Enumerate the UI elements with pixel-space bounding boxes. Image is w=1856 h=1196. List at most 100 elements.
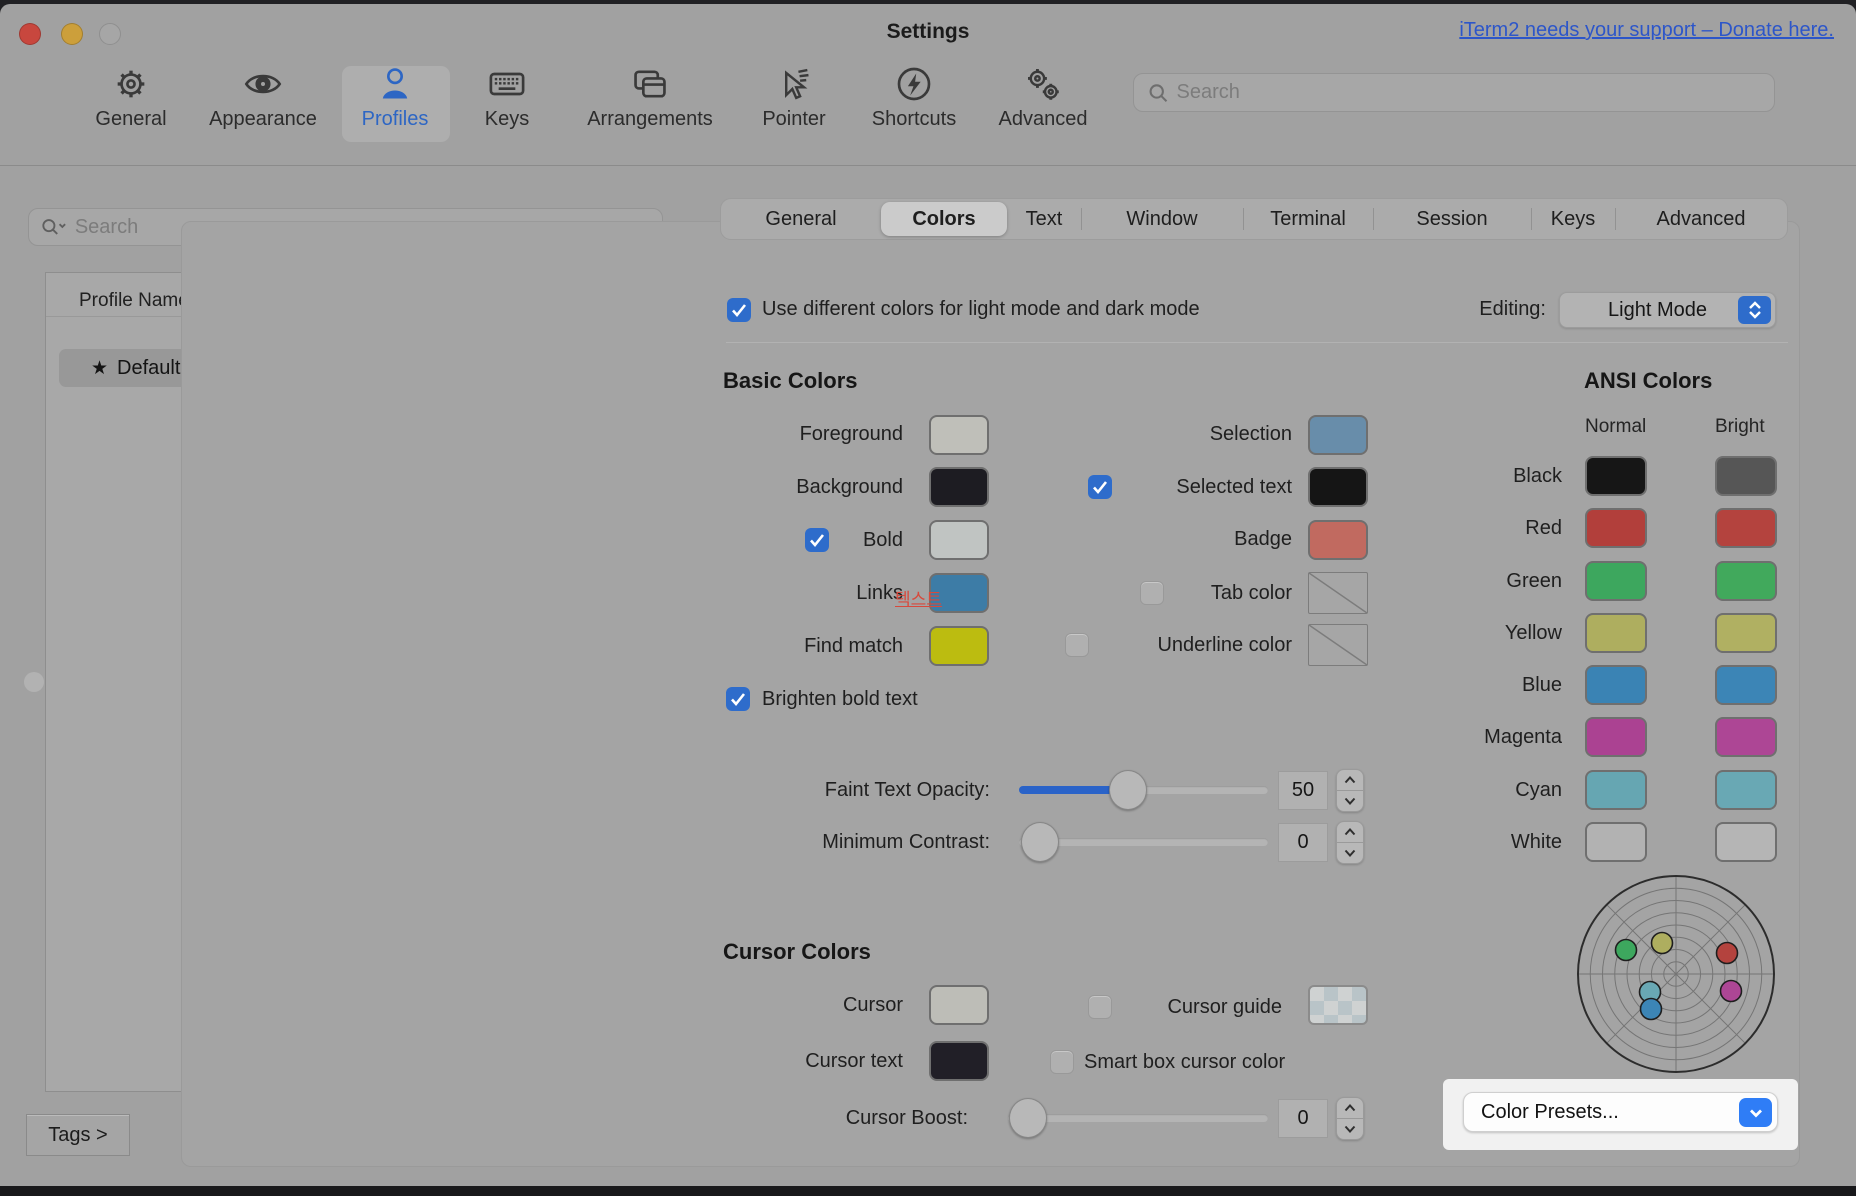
bold-color-well[interactable] <box>929 520 989 560</box>
stepper-down-icon[interactable] <box>1337 1119 1363 1139</box>
tab-session[interactable]: Session <box>1373 199 1531 239</box>
toolbar-item-appearance[interactable]: Appearance <box>198 64 328 131</box>
use-different-colors-checkbox[interactable] <box>727 298 751 322</box>
toolbar-item-label: Profiles <box>362 108 429 130</box>
tab-color-checkbox[interactable] <box>1140 581 1164 605</box>
badge-label: Badge <box>1092 528 1292 551</box>
profile-list-header: Profile Name <box>79 290 189 312</box>
stepper-down-icon[interactable] <box>1337 791 1363 811</box>
ansi-cyan-bright-well[interactable] <box>1715 770 1777 810</box>
wheel-dot-green <box>1616 940 1637 961</box>
stepper-down-icon[interactable] <box>1337 843 1363 863</box>
badge-color-well[interactable] <box>1308 520 1368 560</box>
tags-button[interactable]: Tags > <box>26 1114 130 1156</box>
section-divider <box>726 342 1788 343</box>
selected-text-label: Selected text <box>1122 476 1292 499</box>
tab-general[interactable]: General <box>721 199 881 239</box>
wheel-dot-blue <box>1641 999 1662 1020</box>
selected-text-checkbox[interactable] <box>1088 475 1112 499</box>
min-contrast-stepper[interactable] <box>1336 821 1364 864</box>
toolbar-item-advanced[interactable]: Advanced <box>978 64 1108 131</box>
screen-bottom-strip <box>0 1186 1856 1196</box>
bold-label: Bold <box>703 529 903 552</box>
basic-colors-title: Basic Colors <box>723 368 858 394</box>
ansi-red-bright-well[interactable] <box>1715 508 1777 548</box>
editing-mode-popup[interactable]: Light Mode <box>1559 292 1776 328</box>
background-label: Background <box>703 476 903 499</box>
ansi-black-bright-well[interactable] <box>1715 456 1777 496</box>
toolbar-search-field[interactable] <box>1133 73 1775 112</box>
toolbar-item-profiles[interactable]: Profiles <box>330 64 460 131</box>
stepper-up-icon[interactable] <box>1337 822 1363 842</box>
ansi-white-normal-well[interactable] <box>1585 822 1647 862</box>
editing-mode-value: Light Mode <box>1608 299 1707 322</box>
ansi-black-normal-well[interactable] <box>1585 456 1647 496</box>
ansi-normal-header: Normal <box>1585 416 1646 438</box>
ansi-green-bright-well[interactable] <box>1715 561 1777 601</box>
underline-color-well-empty[interactable] <box>1308 624 1368 666</box>
use-different-colors-label: Use different colors for light mode and … <box>762 298 1200 321</box>
toolbar-item-shortcuts[interactable]: Shortcuts <box>849 64 979 131</box>
stepper-up-icon[interactable] <box>1337 770 1363 790</box>
tab-window[interactable]: Window <box>1081 199 1243 239</box>
tab-keys[interactable]: Keys <box>1531 199 1615 239</box>
cursor-icon <box>774 64 814 104</box>
cursor-boost-stepper[interactable] <box>1336 1097 1364 1140</box>
donate-link[interactable]: iTerm2 needs your support – Donate here. <box>1459 19 1834 42</box>
toolbar-item-keys[interactable]: Keys <box>442 64 572 131</box>
ansi-label-green: Green <box>1412 570 1562 593</box>
ansi-yellow-bright-well[interactable] <box>1715 613 1777 653</box>
faint-opacity-value[interactable]: 50 <box>1278 771 1328 810</box>
cursor-boost-slider[interactable] <box>1008 1114 1268 1122</box>
toolbar-item-label: Keys <box>485 108 529 130</box>
cursor-color-well[interactable] <box>929 985 989 1025</box>
cursor-guide-color-well[interactable] <box>1308 985 1368 1025</box>
find-match-color-well[interactable] <box>929 626 989 666</box>
ansi-magenta-bright-well[interactable] <box>1715 717 1777 757</box>
tab-text[interactable]: Text <box>1007 199 1081 239</box>
toolbar-item-pointer[interactable]: Pointer <box>729 64 859 131</box>
toolbar-item-arrangements[interactable]: Arrangements <box>580 64 720 131</box>
wheel-dot-magenta <box>1721 981 1742 1002</box>
ansi-red-normal-well[interactable] <box>1585 508 1647 548</box>
cursor-boost-knob[interactable] <box>1009 1098 1047 1138</box>
stepper-up-icon[interactable] <box>1337 1098 1363 1118</box>
cursor-colors-title: Cursor Colors <box>723 939 871 965</box>
tab-colors[interactable]: Colors <box>881 202 1007 236</box>
wheel-dot-red <box>1717 943 1738 964</box>
cursor-guide-label: Cursor guide <box>1122 996 1282 1019</box>
smart-box-checkbox[interactable] <box>1050 1050 1074 1074</box>
toolbar-item-general[interactable]: General <box>66 64 196 131</box>
ansi-blue-normal-well[interactable] <box>1585 665 1647 705</box>
ansi-blue-bright-well[interactable] <box>1715 665 1777 705</box>
faint-opacity-knob[interactable] <box>1109 770 1147 810</box>
brighten-bold-label: Brighten bold text <box>762 688 918 711</box>
tab-terminal[interactable]: Terminal <box>1243 199 1373 239</box>
ansi-white-bright-well[interactable] <box>1715 822 1777 862</box>
ansi-yellow-normal-well[interactable] <box>1585 613 1647 653</box>
toolbar-item-label: General <box>95 108 166 130</box>
min-contrast-knob[interactable] <box>1021 822 1059 862</box>
background-color-well[interactable] <box>929 467 989 507</box>
tab-color-well-empty[interactable] <box>1308 572 1368 614</box>
foreground-color-well[interactable] <box>929 415 989 455</box>
ansi-cyan-normal-well[interactable] <box>1585 770 1647 810</box>
cursor-guide-checkbox[interactable] <box>1088 995 1112 1019</box>
search-input[interactable] <box>1177 81 1774 104</box>
faint-opacity-stepper[interactable] <box>1336 769 1364 812</box>
brighten-bold-checkbox[interactable] <box>726 687 750 711</box>
ansi-green-normal-well[interactable] <box>1585 561 1647 601</box>
foreground-label: Foreground <box>703 423 903 446</box>
cursor-boost-value[interactable]: 0 <box>1278 1099 1328 1138</box>
tab-advanced[interactable]: Advanced <box>1615 199 1787 239</box>
selection-color-well[interactable] <box>1308 415 1368 455</box>
search-icon <box>1148 82 1169 104</box>
checkmark-icon <box>727 298 751 322</box>
toolbar-item-label: Appearance <box>209 108 317 130</box>
underline-color-checkbox[interactable] <box>1065 633 1089 657</box>
cursor-text-color-well[interactable] <box>929 1041 989 1081</box>
color-presets-popup[interactable]: Color Presets... <box>1463 1092 1778 1132</box>
min-contrast-value[interactable]: 0 <box>1278 823 1328 862</box>
ansi-magenta-normal-well[interactable] <box>1585 717 1647 757</box>
selected-text-color-well[interactable] <box>1308 467 1368 507</box>
